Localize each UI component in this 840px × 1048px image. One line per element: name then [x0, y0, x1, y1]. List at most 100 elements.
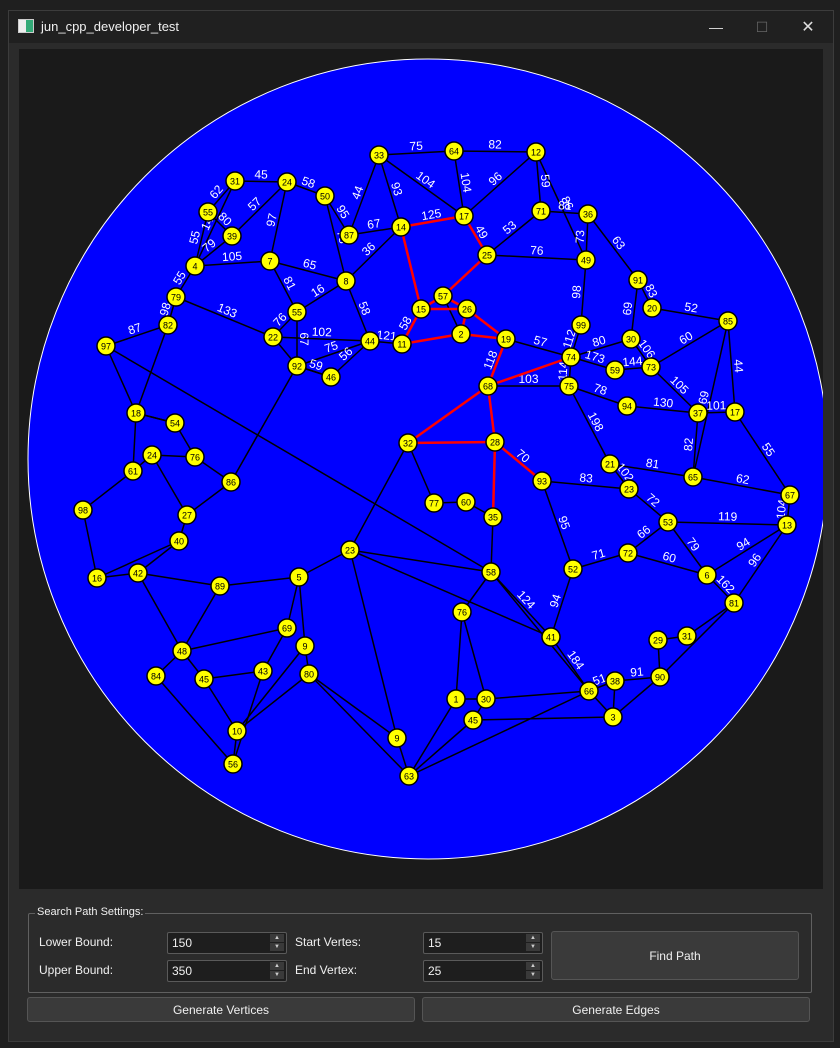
vertex-18[interactable]: 18 [126, 403, 146, 423]
vertex-84[interactable]: 84 [146, 666, 166, 686]
vertex-2[interactable]: 2 [451, 324, 471, 344]
vertex-49[interactable]: 49 [576, 250, 596, 270]
vertex-40[interactable]: 40 [169, 531, 189, 551]
vertex-97[interactable]: 97 [96, 336, 116, 356]
vertex-94[interactable]: 94 [617, 396, 637, 416]
graph-canvas[interactable]: 75 82 104 104 96 59 81 73 86 45 58 62 80 57 95 44 67 125 4… [19, 49, 823, 889]
vertex-68[interactable]: 68 [478, 376, 498, 396]
spin-up-icon[interactable]: ▲ [270, 934, 284, 942]
vertex-63[interactable]: 63 [399, 766, 419, 786]
vertex-46[interactable]: 46 [321, 367, 341, 387]
maximize-button[interactable]: ☐ [739, 11, 785, 43]
vertex-58[interactable]: 58 [481, 562, 501, 582]
spin-up-icon[interactable]: ▲ [270, 962, 284, 970]
vertex-91[interactable]: 91 [628, 270, 648, 290]
vertex-27[interactable]: 27 [177, 505, 197, 525]
vertex-90[interactable]: 90 [650, 667, 670, 687]
vertex-14[interactable]: 14 [391, 217, 411, 237]
vertex-69[interactable]: 69 [277, 618, 297, 638]
vertex-8[interactable]: 8 [336, 271, 356, 291]
vertex-42[interactable]: 42 [128, 563, 148, 583]
end-vertex-value[interactable]: 25 [428, 964, 441, 978]
vertex-3[interactable]: 3 [603, 707, 623, 727]
vertex-7[interactable]: 7 [260, 251, 280, 271]
vertex-22[interactable]: 22 [263, 327, 283, 347]
vertex-79[interactable]: 79 [166, 287, 186, 307]
vertex-66[interactable]: 66 [579, 681, 599, 701]
vertex-85[interactable]: 85 [718, 311, 738, 331]
spin-down-icon[interactable]: ▼ [270, 943, 284, 951]
vertex-60[interactable]: 60 [456, 492, 476, 512]
vertex-35[interactable]: 35 [483, 507, 503, 527]
vertex-24[interactable]: 24 [277, 172, 297, 192]
vertex-93[interactable]: 93 [532, 471, 552, 491]
vertex-72[interactable]: 72 [618, 543, 638, 563]
vertex-9b[interactable]: 9 [295, 636, 315, 656]
vertex-4[interactable]: 4 [185, 256, 205, 276]
vertex-10[interactable]: 10 [227, 721, 247, 741]
vertex-99[interactable]: 99 [571, 315, 591, 335]
close-button[interactable]: ✕ [785, 11, 831, 43]
vertex-30b[interactable]: 30 [621, 329, 641, 349]
vertex-5[interactable]: 5 [289, 567, 309, 587]
vertex-65[interactable]: 65 [683, 467, 703, 487]
vertex-30[interactable]: 30 [476, 689, 496, 709]
vertex-36[interactable]: 36 [578, 204, 598, 224]
vertex-50[interactable]: 50 [315, 186, 335, 206]
vertex-61[interactable]: 61 [123, 461, 143, 481]
vertex-39[interactable]: 39 [222, 226, 242, 246]
generate-vertices-button[interactable]: Generate Vertices [27, 997, 415, 1022]
vertex-16[interactable]: 16 [87, 568, 107, 588]
vertex-52[interactable]: 52 [563, 559, 583, 579]
vertex-13[interactable]: 13 [777, 515, 797, 535]
vertex-92[interactable]: 92 [287, 356, 307, 376]
vertex-12[interactable]: 12 [526, 142, 546, 162]
vertex-20[interactable]: 20 [642, 298, 662, 318]
spin-up-icon[interactable]: ▲ [526, 934, 540, 942]
lower-bound-spinbox[interactable]: 150 ▲ ▼ [167, 932, 287, 954]
vertex-26[interactable]: 26 [457, 299, 477, 319]
vertex-23[interactable]: 23 [340, 540, 360, 560]
vertex-24b[interactable]: 24 [142, 445, 162, 465]
vertex-64[interactable]: 64 [444, 141, 464, 161]
vertex-77[interactable]: 77 [424, 493, 444, 513]
spin-down-icon[interactable]: ▼ [270, 971, 284, 979]
vertex-54[interactable]: 54 [165, 413, 185, 433]
spin-down-icon[interactable]: ▼ [526, 971, 540, 979]
vertex-82[interactable]: 82 [158, 315, 178, 335]
vertex-25[interactable]: 25 [477, 245, 497, 265]
vertex-28[interactable]: 28 [485, 432, 505, 452]
vertex-45[interactable]: 45 [463, 710, 483, 730]
vertex-55b[interactable]: 55 [287, 302, 307, 322]
vertex-87[interactable]: 87 [339, 225, 359, 245]
vertex-45b[interactable]: 45 [194, 669, 214, 689]
upper-bound-value[interactable]: 350 [172, 964, 192, 978]
vertex-21[interactable]: 21 [600, 454, 620, 474]
vertex-71[interactable]: 71 [531, 201, 551, 221]
vertex-19[interactable]: 19 [496, 329, 516, 349]
start-vertex-stepper[interactable]: ▲ ▼ [526, 934, 540, 951]
vertex-9[interactable]: 9 [387, 728, 407, 748]
vertex-44[interactable]: 44 [360, 331, 380, 351]
vertex-37[interactable]: 37 [688, 403, 708, 423]
vertex-55[interactable]: 55 [198, 202, 218, 222]
vertex-17[interactable]: 17 [454, 206, 474, 226]
vertex-67[interactable]: 67 [780, 485, 800, 505]
upper-bound-spinbox[interactable]: 350 ▲ ▼ [167, 960, 287, 982]
vertex-31b[interactable]: 31 [677, 626, 697, 646]
vertex-86[interactable]: 86 [221, 472, 241, 492]
vertex-29[interactable]: 29 [648, 630, 668, 650]
vertex-76[interactable]: 76 [185, 447, 205, 467]
spin-up-icon[interactable]: ▲ [526, 962, 540, 970]
vertex-23b[interactable]: 23 [619, 479, 639, 499]
vertex-31[interactable]: 31 [225, 171, 245, 191]
vertex-41[interactable]: 41 [541, 627, 561, 647]
start-vertex-spinbox[interactable]: 15 ▲ ▼ [423, 932, 543, 954]
vertex-6[interactable]: 6 [697, 565, 717, 585]
lower-bound-stepper[interactable]: ▲ ▼ [270, 934, 284, 951]
vertex-17b[interactable]: 17 [725, 402, 745, 422]
vertex-48[interactable]: 48 [172, 641, 192, 661]
vertex-57[interactable]: 57 [433, 286, 453, 306]
vertex-76b[interactable]: 76 [452, 602, 472, 622]
vertex-89[interactable]: 89 [210, 576, 230, 596]
